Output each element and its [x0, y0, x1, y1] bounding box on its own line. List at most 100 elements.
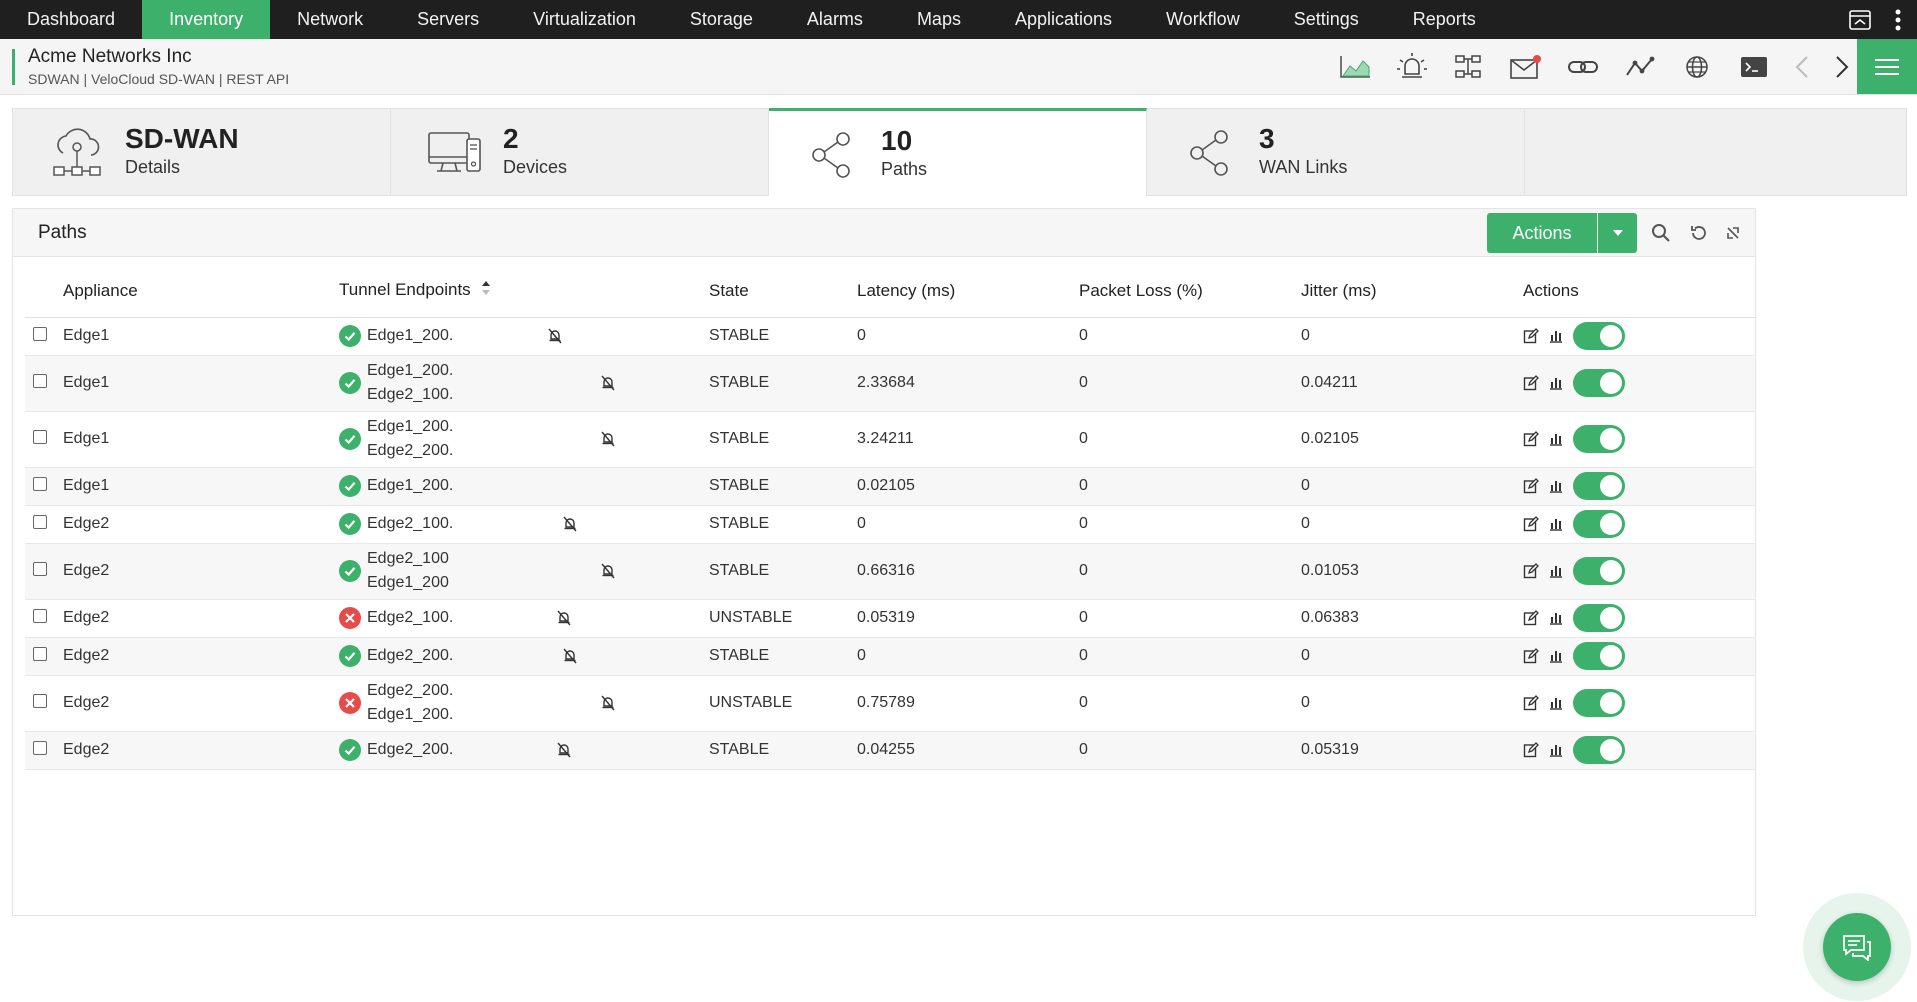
alarm-suppressed-icon[interactable] — [601, 431, 615, 447]
globe-icon[interactable] — [1668, 45, 1725, 89]
edit-icon[interactable] — [1523, 375, 1539, 391]
card-paths[interactable]: 10 Paths — [769, 108, 1147, 196]
table-row[interactable]: Edge1 Edge1_200. Edge2_100. STABLE 2.33684 0 0… — [25, 355, 1755, 412]
col-state[interactable]: State — [709, 265, 857, 318]
col-endpoints[interactable]: Tunnel Endpoints — [339, 265, 709, 318]
table-row[interactable]: Edge1 Edge1_200. Edge2_200. STABLE 3.24211 0 0… — [25, 411, 1755, 468]
refresh-icon[interactable] — [1687, 221, 1711, 245]
nav-item-applications[interactable]: Applications — [988, 0, 1139, 39]
chart-icon[interactable] — [1549, 743, 1563, 757]
table-row[interactable]: Edge2 Edge2_200. STABLE 0.04255 0 0.05319 — [25, 731, 1755, 770]
row-checkbox[interactable] — [33, 693, 47, 708]
alarm-suppressed-icon[interactable] — [557, 742, 571, 758]
table-row[interactable]: Edge1 Edge1_200. STABLE 0.02105 0 0 — [25, 467, 1755, 506]
chart-icon[interactable] — [1549, 329, 1563, 343]
edit-icon[interactable] — [1523, 563, 1539, 579]
col-appliance[interactable]: Appliance — [63, 265, 339, 318]
terminal-icon[interactable] — [1725, 45, 1782, 89]
chart-icon[interactable] — [1549, 432, 1563, 446]
monitoring-toggle[interactable] — [1573, 557, 1625, 585]
col-packet-loss[interactable]: Packet Loss (%) — [1079, 265, 1301, 318]
alarm-suppressed-icon[interactable] — [548, 328, 562, 344]
nav-item-network[interactable]: Network — [270, 0, 390, 39]
row-checkbox[interactable] — [33, 476, 47, 491]
card-devices[interactable]: 2 Devices — [391, 109, 769, 195]
sort-icon[interactable] — [481, 280, 491, 301]
menu-icon[interactable] — [1857, 39, 1917, 94]
more-vertical-icon[interactable] — [1879, 0, 1917, 39]
monitoring-toggle[interactable] — [1573, 425, 1625, 453]
table-row[interactable]: Edge2 Edge2_100 Edge1_200 STABLE 0.66316 0 0.0… — [25, 543, 1755, 600]
nav-item-servers[interactable]: Servers — [390, 0, 506, 39]
edit-icon[interactable] — [1523, 695, 1539, 711]
table-row[interactable]: Edge2 Edge2_200. Edge1_200. UNSTABLE 0.75789… — [25, 675, 1755, 732]
trend-icon[interactable] — [1611, 45, 1668, 89]
link-icon[interactable] — [1554, 45, 1611, 89]
monitoring-toggle[interactable] — [1573, 369, 1625, 397]
nav-item-workflow[interactable]: Workflow — [1139, 0, 1267, 39]
prev-icon[interactable] — [1782, 45, 1822, 89]
actions-dropdown-icon[interactable] — [1598, 213, 1637, 253]
chart-icon[interactable] — [1549, 649, 1563, 663]
row-checkbox[interactable] — [33, 326, 47, 341]
table-row[interactable]: Edge2 Edge2_100. UNSTABLE 0.05319 0 0.06383 — [25, 599, 1755, 638]
table-row[interactable]: Edge2 Edge2_100. STABLE 0 0 0 — [25, 505, 1755, 544]
nav-item-alarms[interactable]: Alarms — [780, 0, 890, 39]
monitoring-toggle[interactable] — [1573, 604, 1625, 632]
monitoring-toggle[interactable] — [1573, 472, 1625, 500]
table-row[interactable]: Edge2 Edge2_200. STABLE 0 0 0 — [25, 637, 1755, 676]
alarm-suppressed-icon[interactable] — [563, 648, 577, 664]
row-checkbox[interactable] — [33, 646, 47, 661]
row-checkbox[interactable] — [33, 429, 47, 444]
actions-button[interactable]: Actions — [1487, 213, 1597, 253]
nav-item-reports[interactable]: Reports — [1386, 0, 1503, 39]
alarm-suppressed-icon[interactable] — [563, 516, 577, 532]
edit-icon[interactable] — [1523, 742, 1539, 758]
monitoring-toggle[interactable] — [1573, 736, 1625, 764]
alarm-suppressed-icon[interactable] — [557, 610, 571, 626]
col-latency[interactable]: Latency (ms) — [857, 265, 1079, 318]
row-checkbox[interactable] — [33, 514, 47, 529]
chart-icon[interactable] — [1549, 611, 1563, 625]
next-icon[interactable] — [1822, 45, 1862, 89]
monitoring-toggle[interactable] — [1573, 689, 1625, 717]
collapse-icon[interactable] — [1721, 221, 1745, 245]
graph-icon[interactable] — [1326, 45, 1383, 89]
chart-icon[interactable] — [1549, 479, 1563, 493]
chart-icon[interactable] — [1549, 517, 1563, 531]
table-row[interactable]: Edge1 Edge1_200. STABLE 0 0 0 — [25, 317, 1755, 356]
edit-icon[interactable] — [1523, 648, 1539, 664]
edit-icon[interactable] — [1523, 516, 1539, 532]
chart-icon[interactable] — [1549, 376, 1563, 390]
alarm-suppressed-icon[interactable] — [601, 375, 615, 391]
nav-item-maps[interactable]: Maps — [890, 0, 988, 39]
topology-icon[interactable] — [1440, 45, 1497, 89]
monitoring-toggle[interactable] — [1573, 510, 1625, 538]
row-checkbox[interactable] — [33, 373, 47, 388]
row-checkbox[interactable] — [33, 608, 47, 623]
nav-item-dashboard[interactable]: Dashboard — [0, 0, 142, 39]
nav-item-settings[interactable]: Settings — [1267, 0, 1386, 39]
edit-icon[interactable] — [1523, 478, 1539, 494]
chart-icon[interactable] — [1549, 696, 1563, 710]
row-checkbox[interactable] — [33, 740, 47, 755]
mail-icon[interactable] — [1497, 45, 1554, 89]
alarm-suppressed-icon[interactable] — [601, 695, 615, 711]
card-sdwan[interactable]: SD-WAN Details — [13, 109, 391, 195]
monitoring-toggle[interactable] — [1573, 642, 1625, 670]
card-wan-links[interactable]: 3 WAN Links — [1147, 109, 1525, 195]
search-icon[interactable] — [1649, 221, 1673, 245]
window-icon[interactable] — [1841, 0, 1879, 39]
chat-icon[interactable] — [1823, 913, 1891, 981]
edit-icon[interactable] — [1523, 328, 1539, 344]
row-checkbox[interactable] — [33, 561, 47, 576]
nav-item-inventory[interactable]: Inventory — [142, 0, 271, 39]
col-jitter[interactable]: Jitter (ms) — [1301, 265, 1523, 318]
monitoring-toggle[interactable] — [1573, 322, 1625, 350]
alarm-icon[interactable] — [1383, 45, 1440, 89]
alarm-suppressed-icon[interactable] — [601, 563, 615, 579]
nav-item-virtualization[interactable]: Virtualization — [506, 0, 663, 39]
edit-icon[interactable] — [1523, 610, 1539, 626]
chart-icon[interactable] — [1549, 564, 1563, 578]
edit-icon[interactable] — [1523, 431, 1539, 447]
